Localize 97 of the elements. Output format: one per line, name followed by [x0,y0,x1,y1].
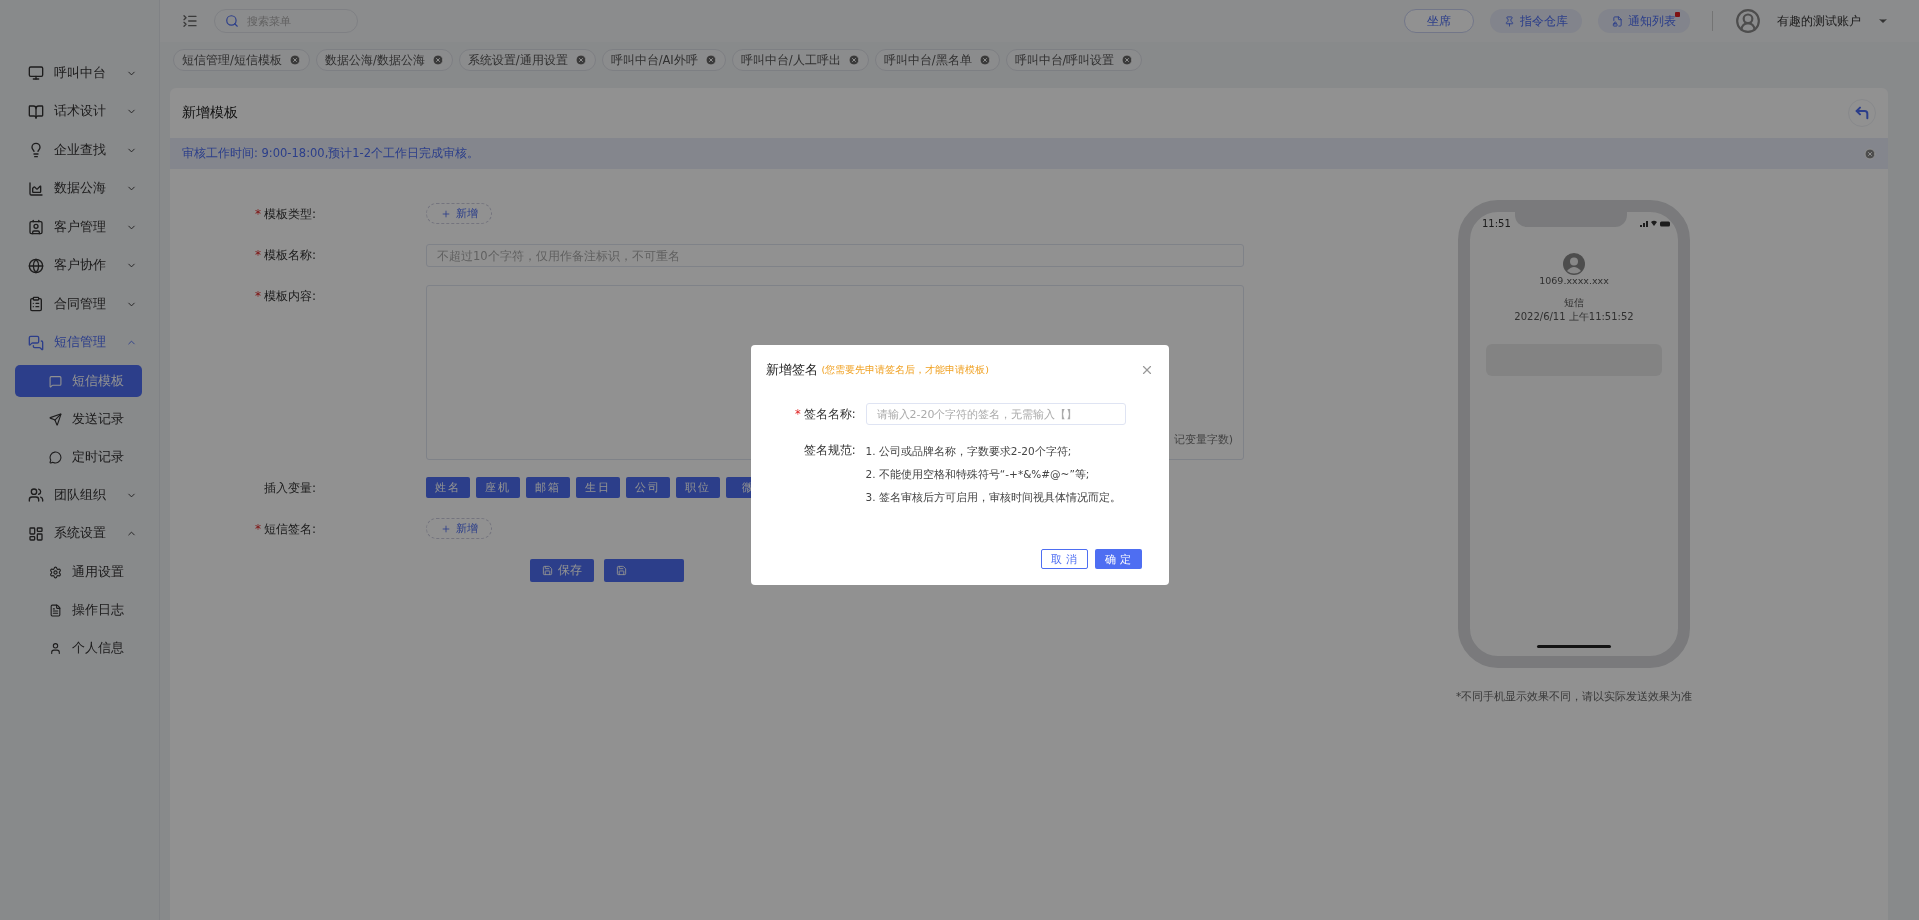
sidebar-item[interactable]: 合同管理 [0,285,159,324]
field-label: * 签名名称: [793,406,856,423]
clipboard-icon [28,296,44,313]
variable-button[interactable]: 姓名 [426,477,470,498]
message-label: 短信 [1564,296,1584,310]
hint-text: 记变量字数) [1173,432,1233,447]
globe-icon [28,257,44,274]
sidebar-item[interactable]: 客户管理 [0,208,159,247]
page-tab[interactable]: 呼叫中台/呼叫设置 [1005,49,1143,71]
add-button[interactable]: 新增 [426,518,492,539]
document-icon [1612,15,1623,27]
sidebar-item[interactable]: 数据公海 [0,169,159,208]
notice-text: 审核工作时间: 9:00-18:00,预计1-2个工作日完成审核。 [182,146,480,161]
close-icon[interactable] [431,54,444,66]
search-icon [225,14,239,28]
confirm-button[interactable]: 确 定 [1094,549,1142,569]
close-icon[interactable] [288,54,301,66]
rule-text: 3. 签名审核后方可启用，审核时间视具体情况而定。 [865,490,1122,505]
document-icon [49,603,62,617]
sidebar-subitem[interactable]: 短信模板 [15,365,142,397]
field-label: * 模板内容: [253,288,316,305]
variable-button[interactable]: 座机 [476,477,520,498]
sidebar-subitem[interactable]: 个人信息 [15,632,142,664]
sidebar-item[interactable]: 呼叫中台 [0,54,159,93]
sidebar-subitem[interactable]: 操作日志 [15,594,142,626]
chat-icon [28,334,44,351]
sidebar-item[interactable]: 企业查找 [0,131,159,170]
sidebar-item[interactable]: 短信管理 [0,323,159,362]
close-icon[interactable] [978,54,991,66]
chat-bubble-icon [49,450,62,464]
monitor-icon [28,65,44,82]
close-icon[interactable] [1121,54,1134,66]
page-tab[interactable]: 短信管理/短信模板 [173,49,310,71]
header-button[interactable]: 指令仓库 [1490,9,1582,33]
status-icons [1640,220,1670,227]
save-icon [542,565,553,576]
preview-caption: *不同手机显示效果不同，请以实际发送效果为准 [1455,690,1693,704]
page-tab[interactable]: 呼叫中台/黑名单 [874,49,1000,71]
back-arrow-icon [1854,105,1870,121]
book-icon [28,103,44,120]
field-label: 插入变量: [262,480,316,497]
back-button[interactable] [1848,99,1876,127]
sidebar-item[interactable]: 团队组织 [0,476,159,515]
pin-icon [1504,15,1515,27]
phone-time: 11:51 [1482,218,1511,229]
sidebar-item[interactable]: 话术设计 [0,92,159,131]
variable-button[interactable]: 职位 [676,477,720,498]
plus-icon [440,208,451,219]
avatar-icon[interactable] [1735,8,1761,34]
users-icon [28,487,44,504]
close-icon[interactable] [704,54,717,66]
close-icon[interactable] [1864,147,1876,160]
add-button[interactable]: 新增 [426,203,492,224]
sidebar-subitem[interactable]: 发送记录 [15,403,142,435]
close-icon[interactable] [847,54,860,66]
rules-label: 签名规范: [802,442,856,459]
sidebar-item[interactable]: 客户协作 [0,246,159,285]
variable-button[interactable]: 邮箱 [526,477,570,498]
action-button[interactable] [604,559,684,582]
variable-button[interactable]: 公司 [626,477,670,498]
signature-field[interactable]: 请输入2-20个字符的签名，无需输入【】 [865,403,1126,425]
close-icon[interactable] [574,54,587,66]
avatar-icon [1563,253,1585,275]
rule-text: 1. 公司或品牌名称，字数要求2-20个字符; [865,444,1073,459]
page-tab[interactable]: 系统设置/通用设置 [458,49,596,71]
plus-icon [440,523,451,534]
settings-icon [49,565,62,579]
page-tab[interactable]: 数据公海/数据公海 [315,49,453,71]
header-button[interactable]: 坐席 [1404,9,1474,33]
menu-icon[interactable] [182,13,198,29]
account-name[interactable]: 有趣的测试账户 [1777,12,1861,30]
cancel-button[interactable]: 取 消 [1040,549,1088,569]
page-tab[interactable]: 呼叫中台/AI外呼 [601,49,726,71]
dialog-title: 新增签名 [765,361,818,379]
sidebar-subitem[interactable]: 通用设置 [15,556,142,588]
sender-number: 1069.xxxx.xxx [1539,275,1609,286]
send-icon [49,412,62,426]
sidebar-subitem[interactable]: 定时记录 [15,441,142,473]
sidebar-item[interactable]: 系统设置 [0,514,159,553]
user-icon [49,641,62,655]
field-label: * 短信签名: [253,521,316,538]
page-tab[interactable]: 呼叫中台/人工呼出 [731,49,869,71]
chart-icon [28,180,44,197]
lightbulb-icon [28,142,44,159]
header-button[interactable]: 通知列表 [1598,9,1690,33]
dashboard-icon [28,525,44,542]
rule-text: 2. 不能使用空格和特殊符号“-+*&%#@~”等; [865,467,1091,482]
field-label: * 模板名称: [253,247,316,264]
field-label: * 模板类型: [253,206,316,223]
contact-card-icon [28,219,44,236]
message-date: 2022/6/11 上午11:51:52 [1514,310,1634,324]
card-title: 新增模板 [182,104,238,122]
save-button[interactable]: 保存 [530,559,594,582]
variable-button[interactable]: 生日 [576,477,620,498]
message-icon [49,374,62,388]
save-icon [616,565,627,576]
dialog-note: (您需要先申请签名后，才能申请模板) [821,363,990,377]
